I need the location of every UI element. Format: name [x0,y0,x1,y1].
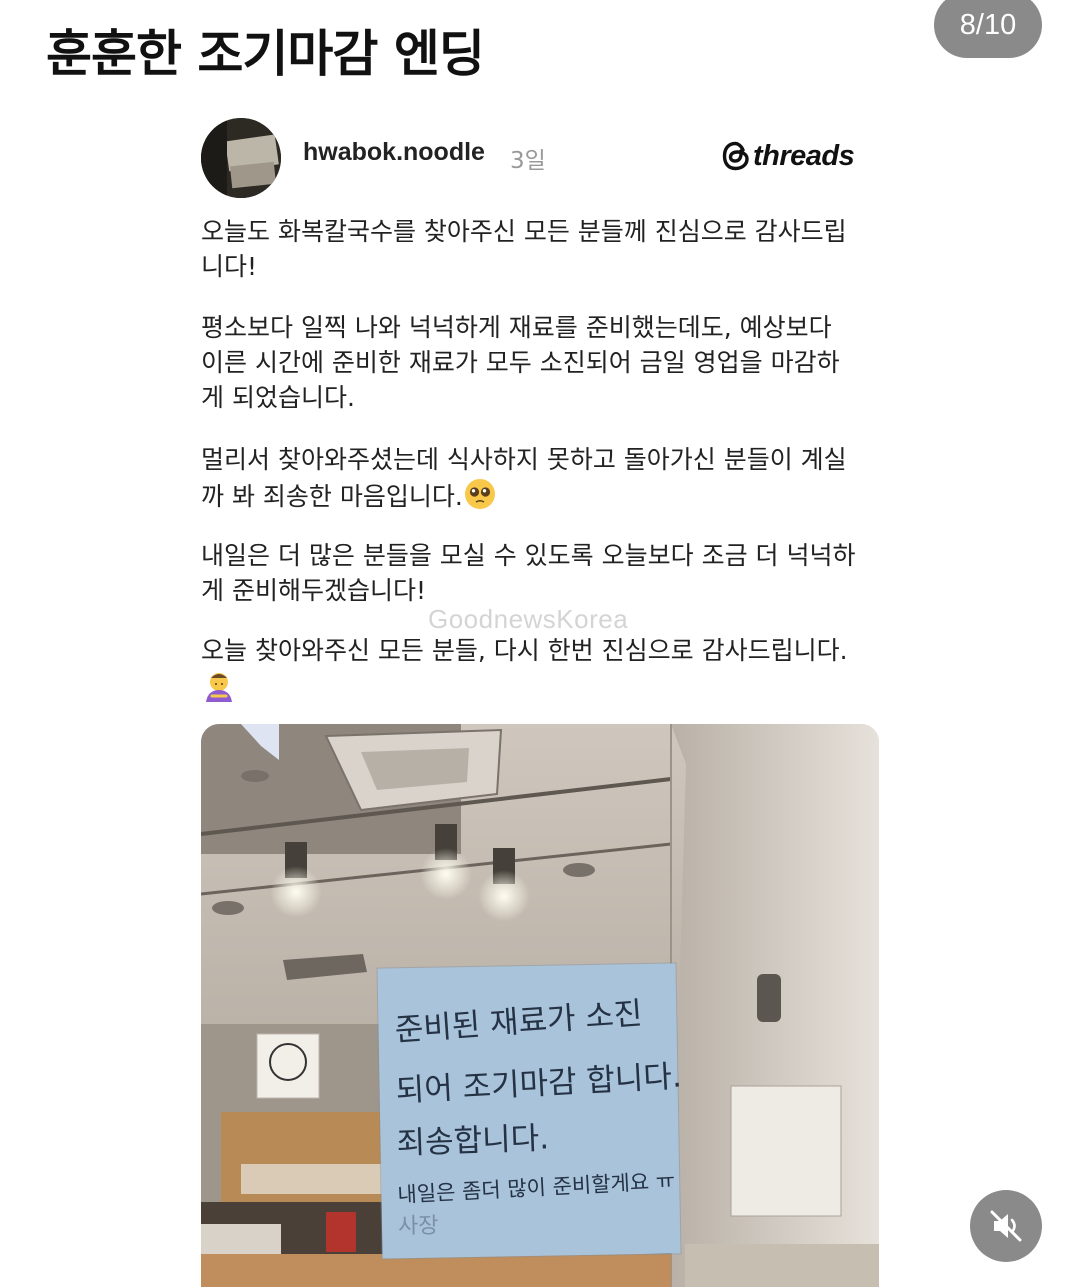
page-counter: 8/10 [934,0,1042,58]
bowing-person-icon [201,668,237,713]
notice-line: 되어 조기마감 합니다. [394,1058,683,1110]
post-line: 오늘도 화복칼국수를 찾아주신 모든 분들께 진심으로 감사드립 [201,217,847,246]
post-paragraph-4: 내일은 더 많은 분들을 모실 수 있도록 오늘보다 조금 더 넉넉하게 준비해… [201,538,881,608]
post-line: 까 봐 죄송한 마음입니다. [201,482,463,511]
watermark: GoodnewsKorea [428,604,629,634]
post-paragraph-2: 평소보다 일찍 나와 넉넉하게 재료를 준비했는데도, 예상보다이른 시간에 준… [201,310,881,415]
post-paragraph-3: 멀리서 찾아와주셨는데 식사하지 못하고 돌아가신 분들이 계실까 봐 죄송한 … [201,442,881,520]
post-paragraph-1: 오늘도 화복칼국수를 찾아주신 모든 분들께 진심으로 감사드립니다! [201,214,881,284]
handwritten-notice: 준비된 재료가 소진 되어 조기마감 합니다. 죄송합니다. 내일은 좀더 많이… [377,963,683,1259]
post-line: 오늘 찾아와주신 모든 분들, 다시 한번 진심으로 감사드립니다. [201,636,848,665]
pleading-face-icon [463,477,497,520]
post-age: 3일 [510,148,546,174]
notice-line: 죄송합니다. [395,1120,550,1162]
username[interactable]: hwabok.noodle [303,138,485,167]
avatar[interactable] [201,118,281,198]
threads-wordmark: threads [753,139,855,172]
post-line: 이른 시간에 준비한 재료가 모두 소진되어 금일 영업을 마감하 [201,348,840,377]
threads-logo: threads [722,137,855,175]
post-line: 평소보다 일찍 나와 넉넉하게 재료를 준비했는데도, 예상보다 [201,313,832,342]
notice-line: 준비된 재료가 소진 [393,995,644,1049]
post-line: 니다! [201,252,258,281]
speaker-muted-icon [990,1210,1022,1242]
notice-line: 내일은 좀더 많이 준비할게요 ㅠ [396,1168,676,1208]
notice-signature: 사장 [397,1213,439,1240]
post-line: 멀리서 찾아와주셨는데 식사하지 못하고 돌아가신 분들이 계실 [201,445,847,474]
post-paragraph-5: 오늘 찾아와주신 모든 분들, 다시 한번 진심으로 감사드립니다. [201,633,881,713]
mute-button[interactable] [970,1190,1042,1262]
threads-icon [722,141,749,171]
post-line: 게 준비해두겠습니다! [201,576,426,605]
post-line: 내일은 더 많은 분들을 모실 수 있도록 오늘보다 조금 더 넉넉하 [201,541,856,570]
page-title: 훈훈한 조기마감 엔딩 [46,25,485,83]
post-line: 게 되었습니다. [201,383,355,412]
avatar-image [201,118,281,198]
